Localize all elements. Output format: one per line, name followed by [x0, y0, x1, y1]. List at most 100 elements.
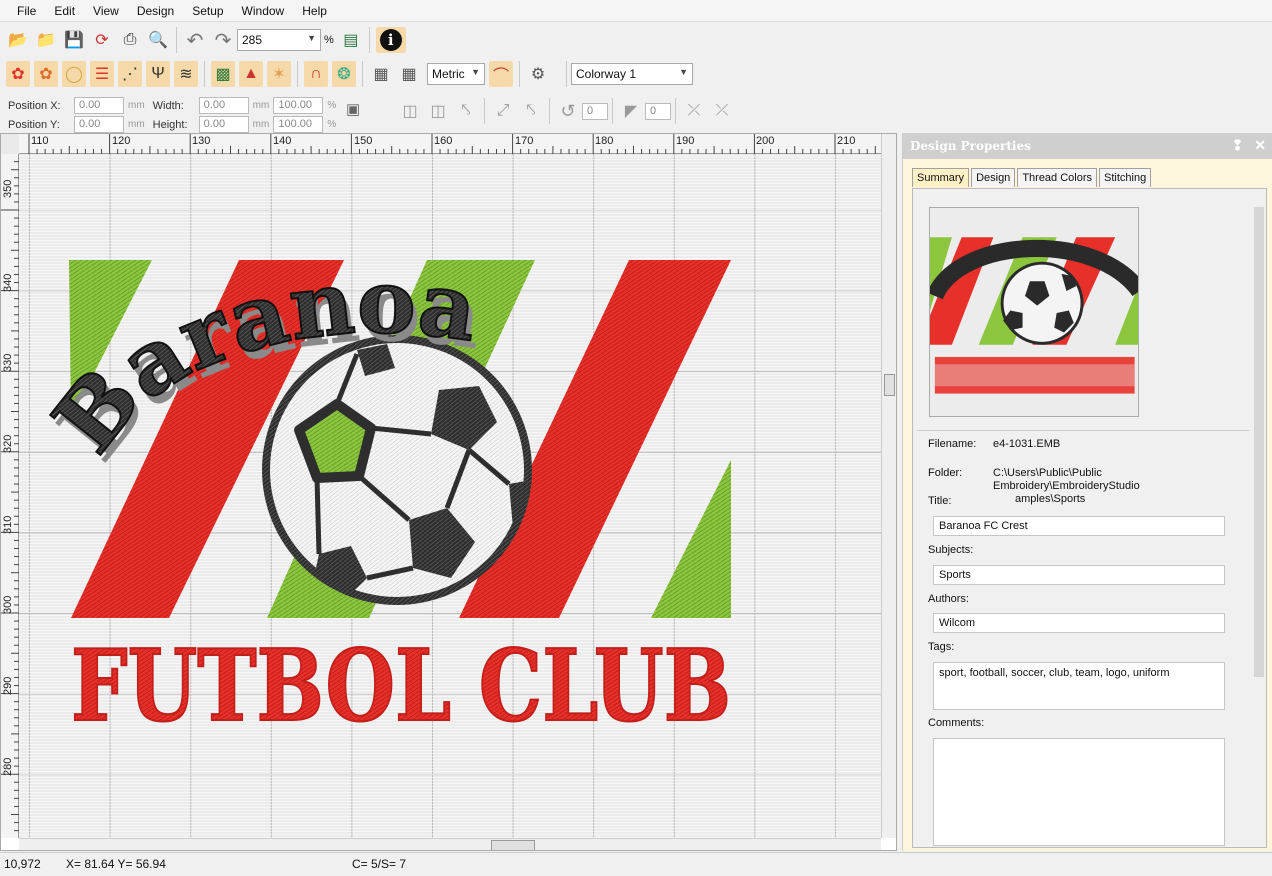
canvas-horizontal-scrollbar[interactable] [19, 838, 881, 851]
scroll-thumb[interactable] [1254, 207, 1264, 677]
canvas-vertical-scrollbar[interactable] [881, 134, 897, 838]
tab-summary[interactable]: Summary [912, 168, 969, 187]
title-field[interactable]: Baranoa FC Crest [933, 516, 1225, 536]
scroll-thumb[interactable] [491, 840, 535, 851]
close-icon[interactable]: ✕ [1254, 138, 1266, 154]
print-icon[interactable]: ⎙ [118, 27, 142, 53]
menu-edit[interactable]: Edit [45, 0, 84, 22]
skew-right-icon[interactable]: ⤣ [519, 98, 543, 124]
save-icon[interactable]: 💾 [62, 27, 86, 53]
fish-icon[interactable]: ≋ [174, 61, 198, 87]
shapes-icon[interactable]: ▲ [239, 61, 263, 87]
fill-stitch-icon[interactable]: ✿ [34, 61, 58, 87]
height-input[interactable]: 0.00 [199, 116, 249, 133]
print-preview-icon[interactable]: 🔍 [146, 27, 170, 53]
open-recent-icon[interactable]: 📁 [34, 27, 58, 53]
green-stripe-right[interactable] [651, 460, 731, 618]
panel-controls: ❢ ✕ [1232, 133, 1266, 159]
colorway-combo[interactable]: Colorway 1 ▼ [571, 63, 693, 85]
skew-input[interactable]: 0 [645, 103, 671, 120]
comments-field[interactable] [933, 738, 1225, 846]
zoom-settings-icon[interactable]: ▤ [339, 27, 363, 53]
position-x-input[interactable]: 0.00 [74, 97, 124, 114]
chevron-down-icon: ▼ [679, 67, 688, 77]
authors-label: Authors: [928, 593, 969, 605]
tab-stitching[interactable]: Stitching [1099, 168, 1151, 187]
menu-setup[interactable]: Setup [183, 0, 232, 22]
width-input[interactable]: 0.00 [199, 97, 249, 114]
pin-icon[interactable]: ❢ [1232, 138, 1244, 154]
outline-icon[interactable]: ◯ [62, 61, 86, 87]
futbol-club-text[interactable]: FUTBOL CLUB [71, 629, 731, 744]
texture-icon[interactable]: ☰ [90, 61, 114, 87]
position-group: Position X: 0.00 mm Width: 0.00 mm 100.0… [8, 96, 340, 134]
vertical-ruler: 350 340 330 320 310 300 290 280 [1, 154, 19, 838]
subjects-field[interactable]: Sports [933, 565, 1225, 585]
mirror-vertical-icon[interactable]: ◫ [426, 98, 450, 124]
authors-field[interactable]: Wilcom [933, 613, 1225, 633]
tags-label: Tags: [928, 641, 954, 653]
position-y-unit: mm [128, 119, 145, 130]
position-x-label: Position X: [8, 100, 70, 112]
info-icon[interactable]: i [376, 27, 406, 53]
folder-label: Folder: [928, 467, 962, 479]
units-combo[interactable]: Metric ▼ [427, 63, 485, 85]
position-y-input[interactable]: 0.00 [74, 116, 124, 133]
stitch-count: 10,972 [4, 857, 41, 871]
ruler-label-150: 150 [354, 135, 372, 147]
grid-icon[interactable]: ▦ [369, 61, 393, 87]
redo-icon[interactable]: ↷ [211, 27, 235, 53]
zoom-combo[interactable]: 285 ▼ [237, 29, 321, 51]
machine-icon[interactable]: ⚙ [526, 61, 550, 87]
folder-value-line2: Embroidery\EmbroideryStudio [993, 480, 1140, 493]
menu-file[interactable]: File [8, 0, 45, 22]
star-icon[interactable]: ✶ [267, 61, 291, 87]
rotate-input[interactable]: 0 [582, 103, 608, 120]
menu-window[interactable]: Window [233, 0, 294, 22]
title-label: Title: [928, 495, 951, 507]
open-icon[interactable]: 📂 [6, 27, 30, 53]
height-label: Height: [153, 119, 195, 131]
toolbar-separator [204, 61, 205, 87]
curve-icon[interactable]: ⌒ [489, 61, 513, 87]
menu-help[interactable]: Help [293, 0, 336, 22]
design-properties-panel: Design Properties ❢ ✕ Summary Design Thr… [902, 133, 1272, 851]
cursor-coordinates: X= 81.64 Y= 56.94 [66, 857, 166, 871]
ruler-label-280: 280 [2, 758, 14, 776]
position-y-label: Position Y: [8, 119, 70, 131]
picture-icon[interactable]: ▩ [211, 61, 235, 87]
embroidery-design-area[interactable]: Baranoa Baranoa FUTBOL CLUB [19, 154, 881, 838]
lock-proportions-icon[interactable]: ▣ [346, 100, 360, 118]
folder-value-line1: C:\Users\Public\Public [993, 467, 1102, 480]
rotate-icon[interactable]: ↺ [556, 98, 580, 124]
align-icon[interactable]: ⤣ [454, 98, 478, 124]
fork-icon[interactable]: Ψ [146, 61, 170, 87]
tab-thread-colors[interactable]: Thread Colors [1017, 168, 1097, 187]
design-canvas: 110 120 130 140 150 160 170 180 190 200 … [0, 133, 897, 851]
satin-stitch-icon[interactable]: ✿ [6, 61, 30, 87]
ruler-label-320: 320 [2, 435, 14, 453]
spiral-icon[interactable]: ∩ [304, 61, 328, 87]
toolbar-separator [362, 61, 363, 87]
embroidery-design[interactable]: Baranoa Baranoa FUTBOL CLUB [19, 154, 881, 838]
height-percent-input[interactable]: 100.00 [273, 116, 323, 133]
scroll-thumb[interactable] [884, 374, 895, 396]
color-wheel-icon[interactable]: ❂ [332, 61, 356, 87]
skew-left-icon[interactable]: ⤢ [491, 98, 515, 124]
export-icon[interactable]: ⟳ [90, 27, 114, 53]
menu-design[interactable]: Design [128, 0, 183, 22]
ruler-label-200: 200 [756, 135, 774, 147]
properties-scrollbar[interactable] [1253, 197, 1265, 845]
tags-field[interactable]: sport, football, soccer, club, team, log… [933, 662, 1225, 710]
transform-options-icon[interactable]: ⤫ [682, 98, 706, 124]
menu-view[interactable]: View [84, 0, 128, 22]
summary-page: Filename: e4-1031.EMB Folder: C:\Users\P… [912, 188, 1267, 848]
reshape-icon[interactable]: ⋰ [118, 61, 142, 87]
mirror-horizontal-icon[interactable]: ◫ [398, 98, 422, 124]
undo-icon[interactable]: ↶ [183, 27, 207, 53]
hoop-grid-icon[interactable]: ▦ [397, 61, 421, 87]
tab-design[interactable]: Design [971, 168, 1015, 187]
transform-apply-icon[interactable]: ⤫ [710, 98, 734, 124]
skew-icon[interactable]: ◤ [619, 98, 643, 124]
width-percent-input[interactable]: 100.00 [273, 97, 323, 114]
